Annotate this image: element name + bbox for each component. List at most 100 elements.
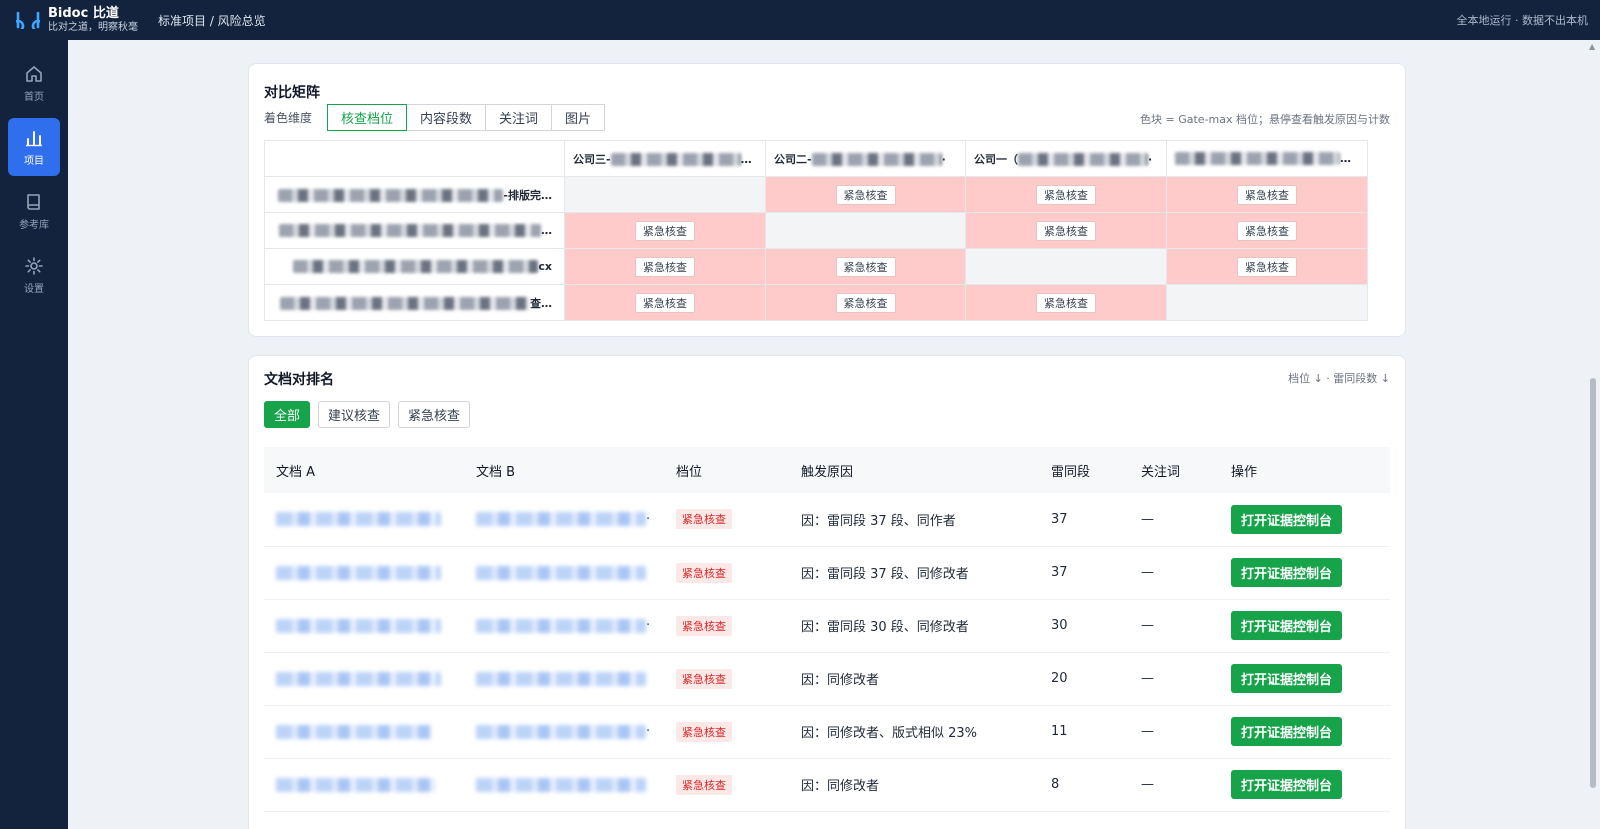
level-cell: 紧急核查 xyxy=(664,652,789,706)
sidebar-item-projects[interactable]: 项目 xyxy=(8,118,60,176)
top-bar: Bidoc 比道 比对之道，明察秋毫 标准项目 / 风险总览 全本地运行 · 数… xyxy=(0,0,1600,40)
sidebar-item-home[interactable]: 首页 xyxy=(8,54,60,112)
doc-b-link[interactable]: · xyxy=(464,705,664,759)
home-icon xyxy=(26,65,42,82)
matrix-cell[interactable]: 紧急核查 xyxy=(1166,176,1368,213)
sidebar: 首页 项目 参考库 设置 xyxy=(0,40,68,829)
matrix-row: 查… 紧急核查 紧急核查 紧急核查 xyxy=(264,284,1368,321)
matrix-cell[interactable]: 紧急核查 xyxy=(965,176,1167,213)
table-row[interactable]: · 紧急核查 因：雷同段 37 段、同作者 37 — 打开证据控制台 xyxy=(264,493,1390,547)
matrix-cell[interactable]: 紧急核查 xyxy=(564,284,766,321)
doc-a-link[interactable] xyxy=(264,705,464,759)
doc-b-link[interactable]: · xyxy=(464,493,664,547)
document-pair-ranking-card: 文档对排名 档位 ↓ · 雷同段数 ↓ 全部 建议核查 紧急核查 文档 A 文档… xyxy=(248,355,1406,829)
doc-a-link[interactable] xyxy=(264,493,464,547)
matrix-cell[interactable]: 紧急核查 xyxy=(564,248,766,285)
open-evidence-console-button[interactable]: 打开证据控制台 xyxy=(1231,558,1343,587)
matrix-cell[interactable]: 紧急核查 xyxy=(965,212,1167,249)
open-evidence-console-button[interactable]: 打开证据控制台 xyxy=(1231,664,1343,693)
level-badge: 紧急核查 xyxy=(676,615,732,636)
level-cell: 紧急核查 xyxy=(664,493,789,547)
tab-images[interactable]: 图片 xyxy=(551,104,606,131)
matrix-row-header[interactable]: 查… xyxy=(264,284,565,321)
local-status: 全本地运行 · 数据不出本机 xyxy=(1456,14,1589,27)
keywords-cell: — xyxy=(1129,493,1219,547)
matrix-cell[interactable]: 紧急核查 xyxy=(564,212,766,249)
sidebar-item-library[interactable]: 参考库 xyxy=(8,182,60,240)
open-evidence-console-button[interactable]: 打开证据控制台 xyxy=(1231,611,1343,640)
matrix-row-header[interactable]: cx xyxy=(264,248,565,285)
legend-note: 色块 = Gate-max 档位；悬停查看触发原因与计数 xyxy=(1140,113,1390,126)
matrix-column-header[interactable]: … xyxy=(1166,140,1368,177)
level-badge: 紧急核查 xyxy=(676,668,732,689)
matrix-cell-self xyxy=(765,212,966,249)
table-row[interactable]: · 紧急核查 因：同修改者、版式相似 23% 11 — 打开证据控制台 xyxy=(264,705,1390,759)
scroll-thumb[interactable] xyxy=(1590,378,1596,788)
table-row[interactable]: · 紧急核查 因：雷同段 30 段、同修改者 30 — 打开证据控制台 xyxy=(264,599,1390,653)
matrix-cell[interactable]: 紧急核查 xyxy=(965,284,1167,321)
matrix-cell[interactable]: 紧急核查 xyxy=(765,248,966,285)
reason-cell: 因：同修改者 xyxy=(789,652,1039,706)
open-evidence-console-button[interactable]: 打开证据控制台 xyxy=(1231,717,1343,746)
scroll-up-icon[interactable]: ▲ xyxy=(1589,42,1595,51)
bidoc-logo-icon xyxy=(0,11,46,29)
matrix-row-header[interactable]: -排版完… xyxy=(264,176,565,213)
tab-keywords[interactable]: 关注词 xyxy=(485,104,553,131)
doc-b-link[interactable] xyxy=(464,758,664,812)
matrix-cell[interactable]: 紧急核查 xyxy=(765,176,966,213)
sidebar-item-settings[interactable]: 设置 xyxy=(8,246,60,304)
doc-a-link[interactable] xyxy=(264,652,464,706)
breadcrumb[interactable]: 标准项目 / 风险总览 xyxy=(158,12,266,29)
matrix-row: -排版完… 紧急核查 紧急核查 紧急核查 xyxy=(264,176,1368,213)
similar-count-cell: 8 xyxy=(1039,758,1129,812)
brand-name: Bidoc 比道 xyxy=(48,6,119,22)
column-header-action: 操作 xyxy=(1219,447,1390,493)
table-row[interactable]: 紧急核查 因：雷同段 37 段、同修改者 37 — 打开证据控制台 xyxy=(264,546,1390,600)
matrix-cell-self xyxy=(965,248,1167,285)
matrix-column-header[interactable]: 公司三-… xyxy=(564,140,766,177)
level-badge: 紧急核查 xyxy=(676,721,732,742)
tab-check-level[interactable]: 核查档位 xyxy=(327,104,408,131)
open-evidence-console-button[interactable]: 打开证据控制台 xyxy=(1231,770,1343,799)
open-evidence-console-button[interactable]: 打开证据控制台 xyxy=(1231,504,1343,534)
sort-note[interactable]: 档位 ↓ · 雷同段数 ↓ xyxy=(1288,370,1390,386)
matrix-cell[interactable]: 紧急核查 xyxy=(1166,212,1368,249)
doc-b-link[interactable]: · xyxy=(464,599,664,653)
brand[interactable]: Bidoc 比道 比对之道，明察秋毫 xyxy=(48,6,138,33)
matrix-cell[interactable]: 紧急核查 xyxy=(1166,248,1368,285)
reason-cell: 因：同修改者 xyxy=(789,758,1039,812)
action-cell: 打开证据控制台 xyxy=(1219,705,1390,759)
doc-a-link[interactable] xyxy=(264,758,464,812)
column-header-doc-a: 文档 A xyxy=(264,447,464,493)
filter-urgent-check-button[interactable]: 紧急核查 xyxy=(398,401,471,428)
doc-b-link[interactable] xyxy=(464,546,664,600)
matrix-cell[interactable]: 紧急核查 xyxy=(765,284,966,321)
table-row[interactable]: 紧急核查 因：同修改者 20 — 打开证据控制台 xyxy=(264,652,1390,706)
similar-count-cell: 30 xyxy=(1039,599,1129,653)
reason-cell: 因：雷同段 30 段、同修改者 xyxy=(789,599,1039,653)
keywords-cell: — xyxy=(1129,705,1219,759)
keywords-cell: — xyxy=(1129,652,1219,706)
matrix-title: 对比矩阵 xyxy=(264,85,320,101)
brand-tagline: 比对之道，明察秋毫 xyxy=(48,21,138,33)
filter-suggest-check-button[interactable]: 建议核查 xyxy=(318,401,391,428)
similar-count-cell: 11 xyxy=(1039,705,1129,759)
level-cell: 紧急核查 xyxy=(664,599,789,653)
level-badge: 紧急核查 xyxy=(676,509,732,530)
matrix-row-header[interactable]: … xyxy=(264,212,565,249)
doc-a-link[interactable] xyxy=(264,599,464,653)
action-cell: 打开证据控制台 xyxy=(1219,652,1390,706)
action-cell: 打开证据控制台 xyxy=(1219,758,1390,812)
filter-all-button[interactable]: 全部 xyxy=(264,401,311,428)
tab-content-paragraphs[interactable]: 内容段数 xyxy=(406,104,487,131)
doc-b-link[interactable] xyxy=(464,652,664,706)
matrix-column-header[interactable]: 公司一（ · xyxy=(965,140,1167,177)
table-row[interactable]: 紧急核查 因：同修改者 8 — 打开证据控制台 xyxy=(264,758,1390,812)
doc-a-link[interactable] xyxy=(264,546,464,600)
column-header-level: 档位 xyxy=(664,447,789,493)
matrix-column-header[interactable]: 公司二- · xyxy=(765,140,966,177)
reason-cell: 因：雷同段 37 段、同修改者 xyxy=(789,546,1039,600)
page-scrollbar[interactable]: ▲ xyxy=(1588,40,1598,829)
action-cell: 打开证据控制台 xyxy=(1219,546,1390,600)
sidebar-item-label: 首页 xyxy=(24,91,44,103)
